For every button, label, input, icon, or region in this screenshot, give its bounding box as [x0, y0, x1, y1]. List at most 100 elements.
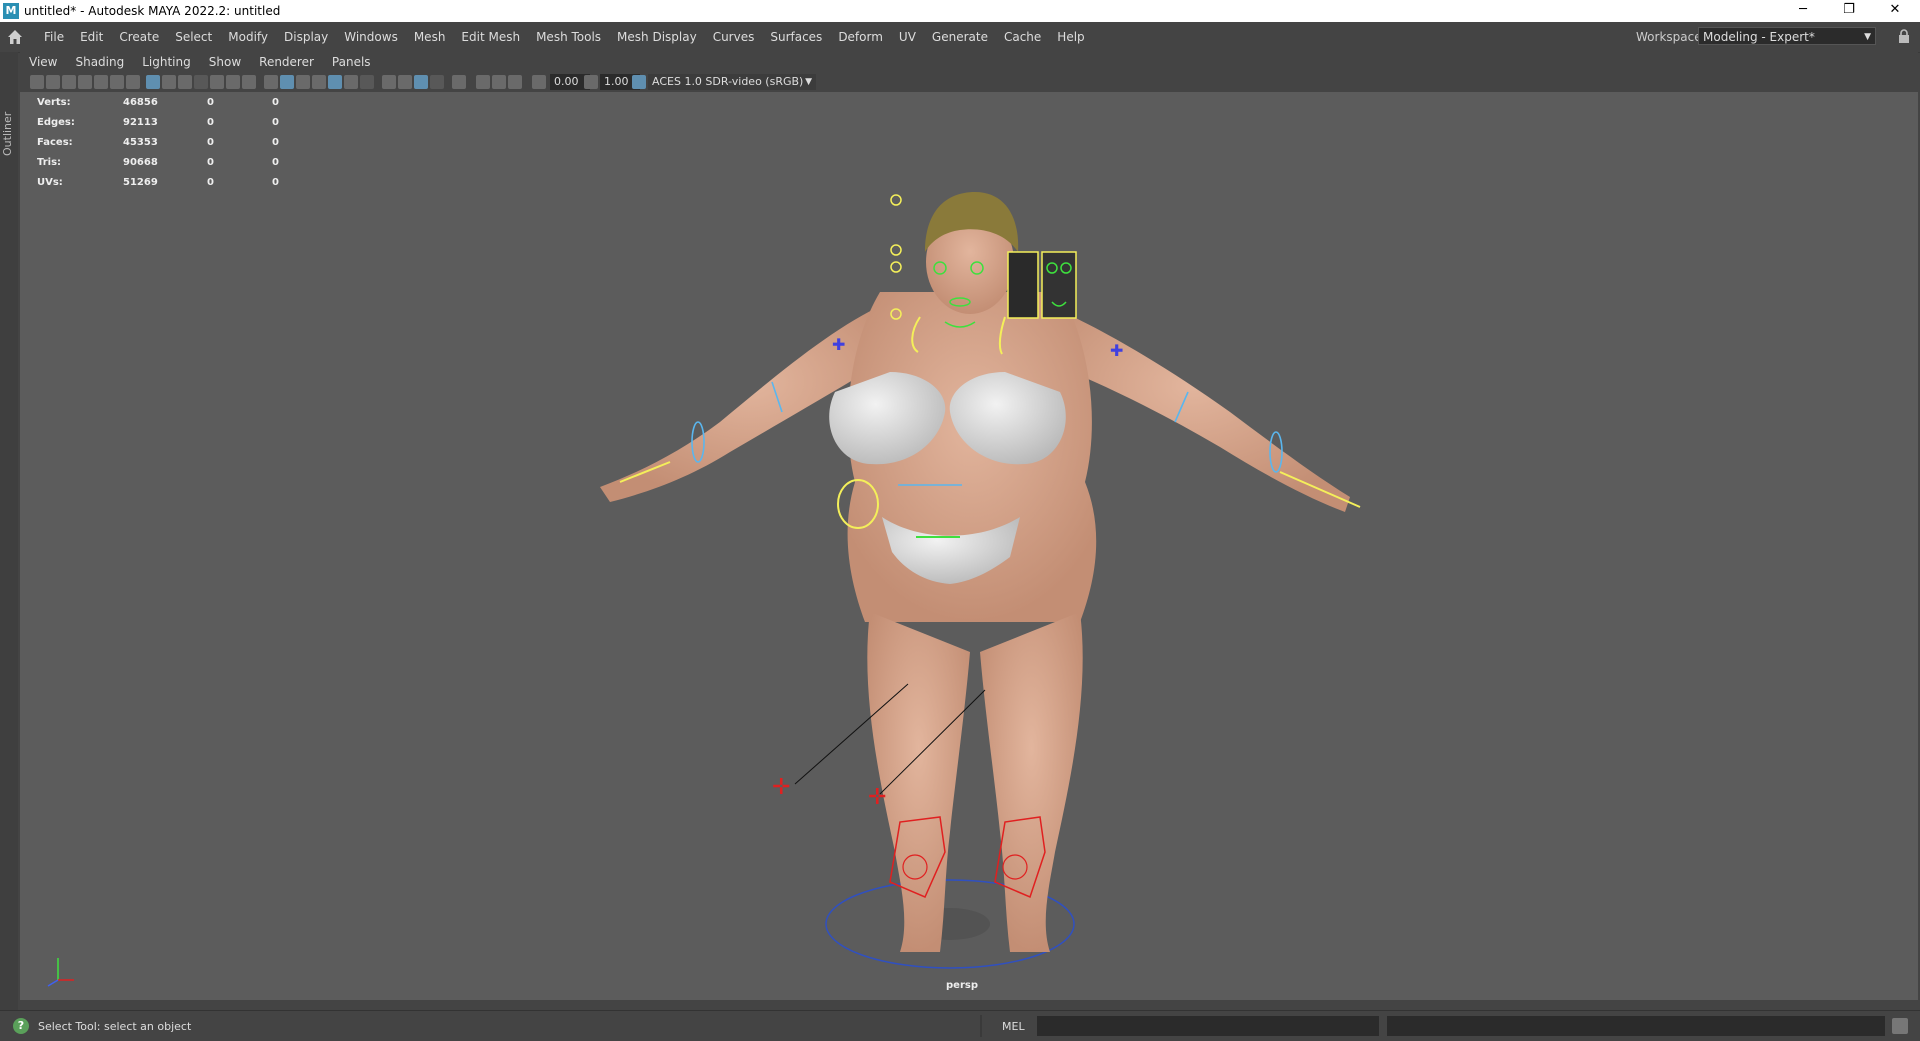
use-all-lights-icon[interactable] [344, 75, 358, 89]
bookmark-icon[interactable] [62, 75, 76, 89]
wireframe-icon[interactable] [264, 75, 278, 89]
menu-deform[interactable]: Deform [830, 22, 891, 52]
panel-menu-bar: View Shading Lighting Show Renderer Panels [20, 52, 1918, 72]
hud-value: 0 [272, 157, 279, 168]
status-bar: ? Select Tool: select an object MEL [0, 1010, 1920, 1041]
menu-file[interactable]: File [36, 22, 72, 52]
outliner-tab[interactable]: Outliner [0, 52, 18, 1016]
close-button[interactable]: ✕ [1872, 0, 1918, 22]
svg-text:✛: ✛ [772, 775, 790, 800]
xray-joints-icon[interactable] [492, 75, 506, 89]
motion-blur-icon[interactable] [398, 75, 412, 89]
hud-value: 0 [272, 117, 279, 128]
menu-mesh-display[interactable]: Mesh Display [609, 22, 705, 52]
panel-menu-show[interactable]: Show [200, 52, 250, 72]
hud-label: Faces: [37, 137, 73, 148]
hud-label: Edges: [37, 117, 75, 128]
resolution-gate-icon[interactable] [178, 75, 192, 89]
smooth-shade-icon[interactable] [280, 75, 294, 89]
svg-text:✚: ✚ [832, 335, 845, 354]
textured-icon[interactable] [312, 75, 326, 89]
viewport-persp[interactable]: ✚ ✚ ✛ ✛ Verts: 46856 0 0 Edges: 92113 0 0 Faces:… [20, 92, 1918, 1000]
exposure-icon[interactable] [532, 75, 546, 89]
grease-pencil-icon[interactable] [94, 75, 108, 89]
menu-mesh-tools[interactable]: Mesh Tools [528, 22, 609, 52]
wireframe-on-shaded-icon[interactable] [328, 75, 342, 89]
2d-pan-zoom-icon[interactable] [110, 75, 124, 89]
scene-render: ✚ ✚ ✛ ✛ [600, 192, 1361, 969]
view-axis-icon [47, 958, 74, 987]
mel-result-field [1387, 1016, 1885, 1036]
depth-of-field-icon[interactable] [430, 75, 444, 89]
anti-aliasing-icon[interactable] [414, 75, 428, 89]
mel-label[interactable]: MEL [1002, 1020, 1025, 1033]
menu-edit[interactable]: Edit [72, 22, 111, 52]
safe-title-icon[interactable] [242, 75, 256, 89]
isolate-select-icon[interactable] [452, 75, 466, 89]
color-management-icon[interactable] [632, 75, 646, 89]
hud-value: 45353 [123, 137, 158, 148]
restore-button[interactable]: ❐ [1826, 0, 1872, 22]
menu-cache[interactable]: Cache [996, 22, 1049, 52]
gate-mask-icon[interactable] [194, 75, 208, 89]
hud-value: 0 [207, 177, 214, 188]
lock-icon[interactable] [1898, 29, 1910, 43]
menu-create[interactable]: Create [111, 22, 167, 52]
xray-icon[interactable] [476, 75, 490, 89]
workspace-value: Modeling - Expert* [1703, 30, 1815, 44]
hud-value: 92113 [123, 117, 158, 128]
menu-curves[interactable]: Curves [705, 22, 763, 52]
menu-help[interactable]: Help [1049, 22, 1092, 52]
pencil-icon[interactable] [126, 75, 140, 89]
outliner-label: Outliner [1, 111, 14, 156]
workspace-label: Workspace: [1636, 30, 1706, 44]
backface-culling-icon[interactable] [508, 75, 522, 89]
menu-edit-mesh[interactable]: Edit Mesh [453, 22, 528, 52]
mel-command-input[interactable] [1037, 1016, 1379, 1036]
default-lighting-icon[interactable] [296, 75, 310, 89]
gamma-icon[interactable] [584, 75, 598, 89]
window-title: untitled* - Autodesk MAYA 2022.2: untitl… [24, 4, 281, 18]
panel-menu-panels[interactable]: Panels [323, 52, 380, 72]
help-icon[interactable]: ? [13, 1018, 29, 1034]
safe-action-icon[interactable] [226, 75, 240, 89]
hud-value: 90668 [123, 157, 158, 168]
menu-uv[interactable]: UV [891, 22, 924, 52]
field-chart-icon[interactable] [210, 75, 224, 89]
camera-attributes-icon[interactable] [46, 75, 60, 89]
hud-label: Tris: [37, 157, 62, 168]
panel-menu-lighting[interactable]: Lighting [133, 52, 200, 72]
menu-mesh[interactable]: Mesh [406, 22, 454, 52]
svg-text:✛: ✛ [868, 785, 886, 810]
film-gate-icon[interactable] [162, 75, 176, 89]
hud-value: 0 [207, 137, 214, 148]
color-space-dropdown[interactable]: ACES 1.0 SDR-video (sRGB) ▼ [648, 74, 816, 90]
select-camera-icon[interactable] [30, 75, 44, 89]
menu-modify[interactable]: Modify [220, 22, 276, 52]
help-line-text: Select Tool: select an object [38, 1020, 192, 1033]
maya-logo-icon: M [3, 3, 19, 19]
image-plane-icon[interactable] [78, 75, 92, 89]
menu-select[interactable]: Select [167, 22, 220, 52]
hud-value: 51269 [123, 177, 158, 188]
menu-display[interactable]: Display [276, 22, 336, 52]
hud-value: 0 [272, 177, 279, 188]
panel-menu-shading[interactable]: Shading [66, 52, 133, 72]
grid-icon[interactable] [146, 75, 160, 89]
menu-windows[interactable]: Windows [336, 22, 406, 52]
panel-menu-renderer[interactable]: Renderer [250, 52, 323, 72]
workspace-dropdown[interactable]: Modeling - Expert* ▼ [1698, 27, 1876, 45]
camera-name-label: persp [946, 980, 978, 991]
screen-space-ao-icon[interactable] [382, 75, 396, 89]
chevron-down-icon: ▼ [805, 77, 812, 87]
menu-surfaces[interactable]: Surfaces [762, 22, 830, 52]
chevron-down-icon: ▼ [1864, 32, 1871, 42]
menu-generate[interactable]: Generate [924, 22, 996, 52]
home-icon[interactable] [6, 28, 24, 46]
shadows-icon[interactable] [360, 75, 374, 89]
panel-menu-view[interactable]: View [20, 52, 66, 72]
color-space-value: ACES 1.0 SDR-video (sRGB) [652, 75, 804, 88]
minimize-button[interactable]: ─ [1780, 0, 1826, 22]
script-editor-icon[interactable] [1892, 1018, 1908, 1034]
hud-value: 0 [207, 157, 214, 168]
